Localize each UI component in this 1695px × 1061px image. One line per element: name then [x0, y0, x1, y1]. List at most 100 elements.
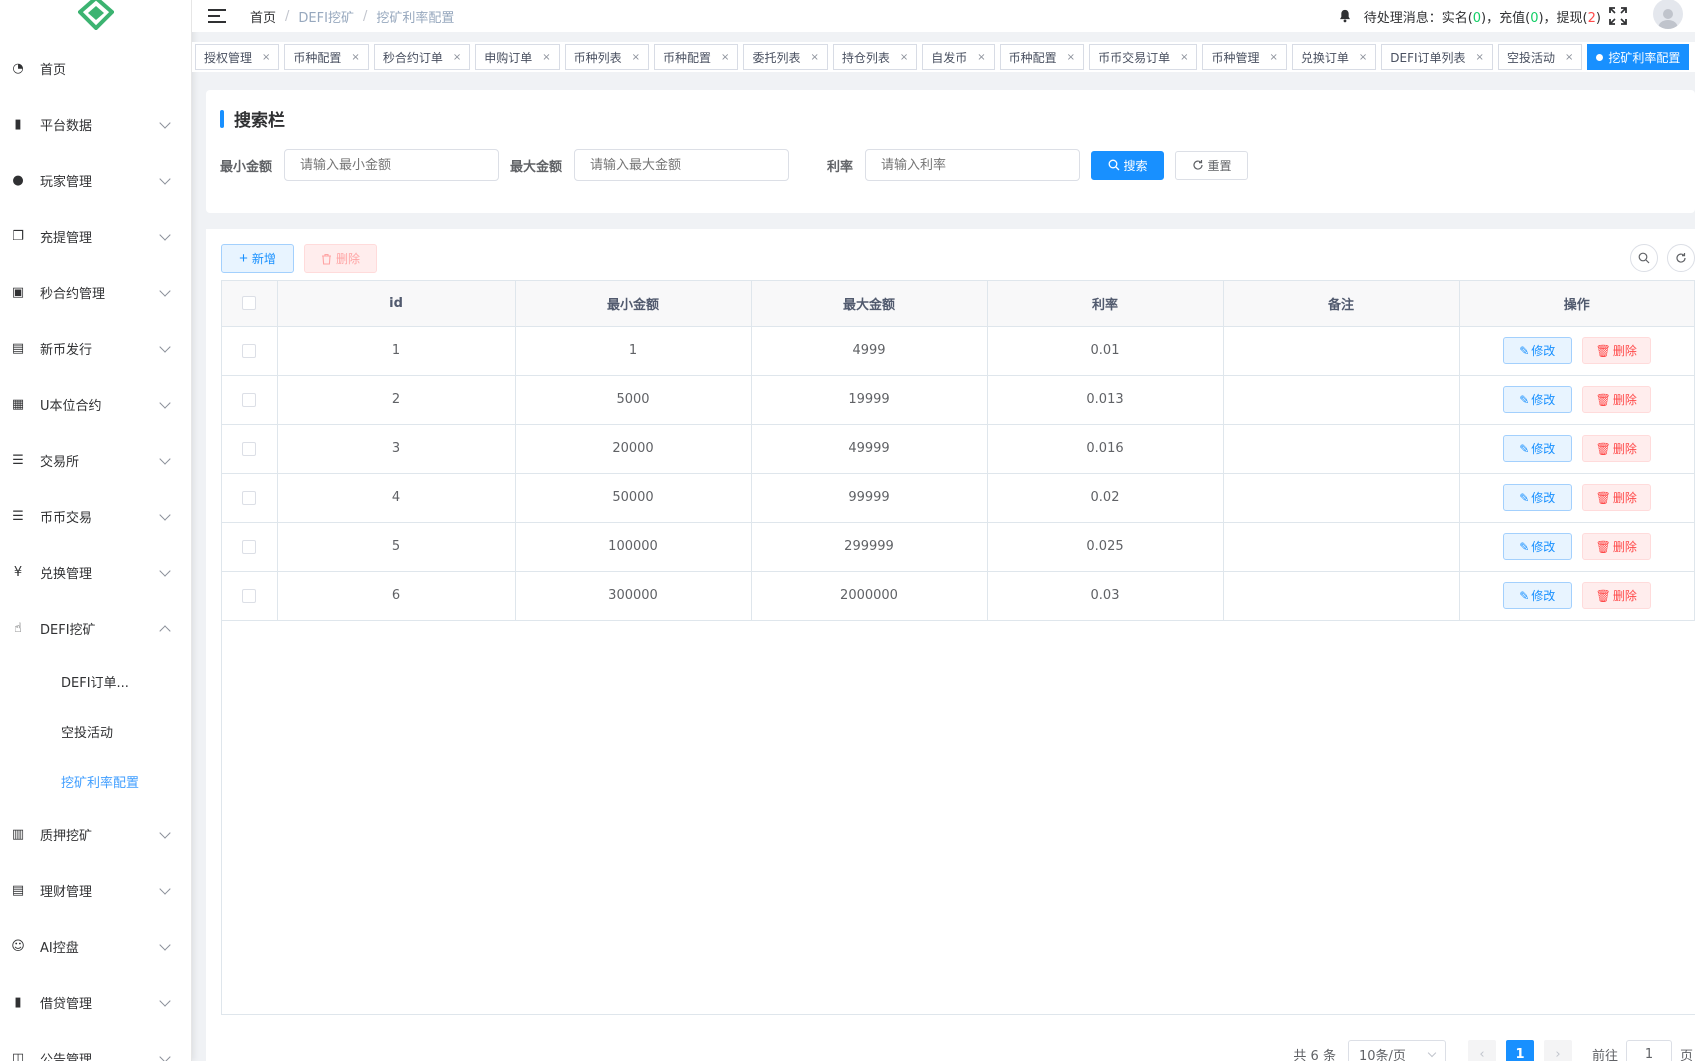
- delete-button[interactable]: 🗑 删除: [1581, 533, 1651, 560]
- row-checkbox[interactable]: [242, 588, 257, 603]
- row-checkbox[interactable]: [242, 392, 257, 407]
- delete-button[interactable]: 🗑 删除: [1581, 386, 1651, 413]
- edit-button[interactable]: ✎ 修改: [1502, 582, 1572, 609]
- sidebar-item-5[interactable]: ▤ 新币发行: [0, 320, 191, 376]
- sidebar-item-7[interactable]: ☰ 交易所: [0, 432, 191, 488]
- close-icon[interactable]: ×: [721, 52, 729, 63]
- tab-10[interactable]: 币币交易订单 ×: [1089, 44, 1198, 70]
- col-header-rate[interactable]: 利率: [987, 281, 1224, 327]
- sidebar-item-12[interactable]: ▤ 理财管理: [0, 862, 191, 918]
- edit-button[interactable]: ✎ 修改: [1502, 435, 1572, 462]
- tab-6[interactable]: 委托列表 ×: [743, 44, 828, 70]
- tab-13[interactable]: DEFI订单列表 ×: [1381, 44, 1493, 70]
- tab-0[interactable]: 授权管理 ×: [195, 44, 280, 70]
- tab-4[interactable]: 币种列表 ×: [564, 44, 650, 70]
- sidebar-item-13[interactable]: ☺ AI控盘: [0, 918, 191, 974]
- sidebar-item-1[interactable]: ▮ 平台数据: [0, 96, 191, 152]
- batch-delete-button[interactable]: 删除: [304, 244, 377, 273]
- sidebar-item-6[interactable]: ▦ U本位合约: [0, 376, 191, 432]
- sidebar-subitem-0[interactable]: DEFI订单...: [0, 656, 191, 706]
- edit-button[interactable]: ✎ 修改: [1502, 533, 1572, 560]
- sidebar-item-14[interactable]: ▮ 借贷管理: [0, 974, 191, 1030]
- tab-3[interactable]: 申购订单 ×: [475, 44, 560, 70]
- row-checkbox[interactable]: [242, 343, 257, 358]
- table-row[interactable]: 3 20000 49999 0.016 ✎ 修改 🗑 删除: [222, 424, 1695, 474]
- tab-1[interactable]: 币种配置 ×: [284, 44, 369, 70]
- tab-14[interactable]: 空投活动 ×: [1497, 44, 1583, 70]
- sidebar-item-10[interactable]: ☝ DEFI挖矿: [0, 600, 191, 656]
- close-icon[interactable]: ×: [1359, 52, 1367, 63]
- search-button[interactable]: 搜索: [1091, 150, 1165, 180]
- sidebar-item-15[interactable]: ◫ 公告管理: [0, 1030, 191, 1061]
- col-header-min[interactable]: 最小金额: [515, 281, 752, 327]
- sidebar-item-4[interactable]: ▣ 秒合约管理: [0, 264, 191, 320]
- rate-input[interactable]: [865, 149, 1081, 181]
- next-page-button[interactable]: ›: [1543, 1040, 1572, 1061]
- tab-8[interactable]: 自发币 ×: [922, 44, 995, 70]
- sidebar-item-2[interactable]: ● 玩家管理: [0, 152, 191, 208]
- row-checkbox[interactable]: [242, 539, 257, 554]
- close-icon[interactable]: ×: [542, 52, 550, 63]
- sidebar-item-0[interactable]: ◔ 首页: [0, 40, 191, 96]
- delete-button[interactable]: 🗑 删除: [1581, 484, 1651, 511]
- close-icon[interactable]: ×: [632, 52, 640, 63]
- sidebar-item-3[interactable]: ❐ 充提管理: [0, 208, 191, 264]
- col-header-max[interactable]: 最大金额: [751, 281, 988, 327]
- edit-button[interactable]: ✎ 修改: [1502, 484, 1572, 511]
- sidebar-item-8[interactable]: ☰ 币币交易: [0, 488, 191, 544]
- reset-button[interactable]: 重置: [1175, 150, 1249, 180]
- close-icon[interactable]: ×: [977, 52, 985, 63]
- select-all-checkbox[interactable]: [242, 296, 257, 311]
- delete-button[interactable]: 🗑 删除: [1581, 582, 1651, 609]
- delete-button[interactable]: 🗑 删除: [1581, 337, 1651, 364]
- edit-button[interactable]: ✎ 修改: [1502, 337, 1572, 364]
- goto-page-input[interactable]: 1: [1625, 1040, 1672, 1061]
- max-amount-input[interactable]: [574, 149, 790, 181]
- close-icon[interactable]: ×: [262, 52, 270, 63]
- close-icon[interactable]: ×: [1476, 52, 1484, 63]
- breadcrumb-home[interactable]: 首页: [250, 7, 276, 26]
- sidebar-subitem-1[interactable]: 空投活动: [0, 706, 191, 756]
- table-row[interactable]: 2 5000 19999 0.013 ✎ 修改 🗑 删除: [222, 375, 1695, 425]
- sidebar-item-11[interactable]: ▥ 质押挖矿: [0, 806, 191, 862]
- tab-5[interactable]: 币种配置 ×: [654, 44, 739, 70]
- prev-page-button[interactable]: ‹: [1467, 1040, 1496, 1061]
- page-size-select[interactable]: 10条/页: [1347, 1040, 1446, 1061]
- page-number-1[interactable]: 1: [1505, 1040, 1534, 1061]
- row-checkbox[interactable]: [242, 490, 257, 505]
- delete-button[interactable]: 🗑 删除: [1581, 435, 1651, 462]
- sidebar-item-9[interactable]: ¥ 兑换管理: [0, 544, 191, 600]
- pending-messages[interactable]: 待处理消息：实名(0)，充值(0)，提现(2): [1364, 7, 1601, 26]
- fullscreen-icon[interactable]: [1609, 7, 1627, 25]
- col-header-note[interactable]: 备注: [1223, 281, 1460, 327]
- close-icon[interactable]: ×: [453, 52, 461, 63]
- tab-2[interactable]: 秒合约订单 ×: [373, 44, 471, 70]
- toggle-search-button[interactable]: [1630, 244, 1658, 272]
- bell-icon[interactable]: [1338, 9, 1352, 23]
- tab-15[interactable]: 挖矿利率配置: [1587, 44, 1690, 70]
- logo[interactable]: [0, 0, 191, 40]
- close-icon[interactable]: ×: [1180, 52, 1188, 63]
- tab-12[interactable]: 兑换订单 ×: [1291, 44, 1377, 70]
- tab-7[interactable]: 持仓列表 ×: [832, 44, 918, 70]
- hamburger-icon[interactable]: [208, 9, 226, 23]
- min-amount-input[interactable]: [284, 149, 500, 181]
- edit-button[interactable]: ✎ 修改: [1502, 386, 1572, 413]
- avatar[interactable]: [1653, 0, 1683, 29]
- tab-11[interactable]: 币种管理 ×: [1202, 44, 1287, 70]
- close-icon[interactable]: ×: [1269, 52, 1277, 63]
- sidebar-subitem-2[interactable]: 挖矿利率配置: [0, 756, 191, 806]
- refresh-table-button[interactable]: [1667, 244, 1695, 272]
- close-icon[interactable]: ×: [351, 52, 359, 63]
- close-icon[interactable]: ×: [1067, 52, 1075, 63]
- close-icon[interactable]: ×: [810, 52, 818, 63]
- table-row[interactable]: 1 1 4999 0.01 ✎ 修改 🗑 删除: [222, 326, 1695, 376]
- table-row[interactable]: 5 100000 299999 0.025 ✎ 修改 🗑 删除: [222, 522, 1695, 572]
- tab-9[interactable]: 币种配置 ×: [999, 44, 1085, 70]
- table-row[interactable]: 6 300000 2000000 0.03 ✎ 修改 🗑 删除: [222, 571, 1695, 621]
- close-icon[interactable]: ×: [900, 52, 908, 63]
- add-button[interactable]: + 新增: [221, 244, 294, 273]
- table-row[interactable]: 4 50000 99999 0.02 ✎ 修改 🗑 删除: [222, 473, 1695, 523]
- row-checkbox[interactable]: [242, 441, 257, 456]
- close-icon[interactable]: ×: [1565, 52, 1573, 63]
